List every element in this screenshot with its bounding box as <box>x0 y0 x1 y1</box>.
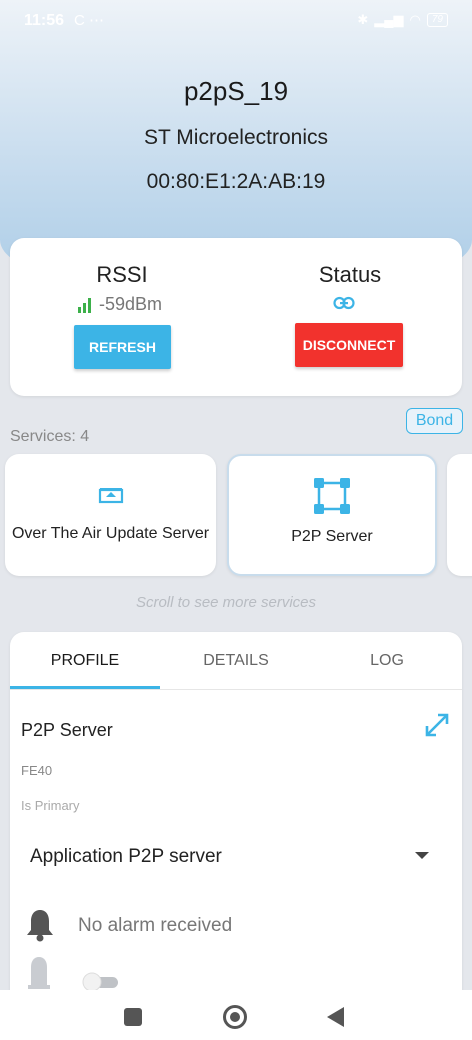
rssi-value: -59dBm <box>78 294 162 315</box>
signal-strength-icon <box>78 297 91 313</box>
device-name: p2pS_19 <box>183 76 289 106</box>
rssi-value-text: -59dBm <box>99 294 163 314</box>
alarm-status: No alarm received <box>78 915 233 936</box>
light-toggle[interactable] <box>82 972 120 992</box>
service-card-ota[interactable]: Over The Air Update Server <box>5 454 216 576</box>
back-icon[interactable] <box>327 1007 344 1027</box>
status-bar: 11:56 C ⋯ ✱ ▂▄▆ ◠ 79 <box>0 0 472 44</box>
p2p-network-icon <box>314 478 350 514</box>
device-mac-address: 00:80:E1:2A:AB:19 <box>146 170 326 193</box>
service-card-p2p[interactable]: P2P Server <box>227 454 437 576</box>
device-manufacturer: ST Microelectronics <box>144 126 328 149</box>
scroll-hint: Scroll to see more services <box>135 594 317 611</box>
service-uuid: FE40 <box>21 763 53 778</box>
expand-icon[interactable] <box>424 712 450 738</box>
sync-icon: C ⋯ <box>74 12 104 29</box>
is-primary-label: Is Primary <box>21 798 80 813</box>
battery-icon: 79 <box>426 13 448 27</box>
status-time: 11:56 <box>24 12 65 29</box>
status-icons: ✱ ▂▄▆ ◠ 79 <box>357 12 448 28</box>
profile-card <box>10 632 462 1040</box>
light-icon <box>28 957 50 989</box>
profile-select[interactable]: Application P2P server <box>30 846 222 868</box>
recent-apps-icon[interactable] <box>124 1008 142 1026</box>
tab-divider <box>10 689 462 690</box>
link-icon <box>333 296 355 310</box>
disconnect-button[interactable]: DISCONNECT <box>295 323 403 367</box>
refresh-button[interactable]: REFRESH <box>74 325 171 369</box>
status-title: Status <box>318 262 382 287</box>
bluetooth-icon: ✱ <box>357 12 369 27</box>
service-label: P2P Server <box>291 528 373 545</box>
service-name: P2P Server <box>21 720 113 740</box>
home-icon[interactable] <box>223 1005 247 1029</box>
rssi-title: RSSI <box>96 262 148 287</box>
service-label: Over The Air Update Server <box>11 525 210 542</box>
chevron-down-icon[interactable] <box>415 852 429 859</box>
tab-details[interactable]: DETAILS <box>161 652 311 670</box>
services-count: Services: 4 <box>10 428 90 445</box>
cell-signal-icon: ▂▄▆ <box>374 12 404 27</box>
wifi-icon: ◠ <box>409 12 421 27</box>
ota-upload-icon <box>98 488 123 504</box>
tab-indicator <box>10 686 160 689</box>
tab-profile[interactable]: PROFILE <box>10 652 160 670</box>
service-card-next[interactable] <box>447 454 472 576</box>
bell-icon <box>27 910 53 942</box>
tab-log[interactable]: LOG <box>312 652 462 670</box>
bond-button[interactable]: Bond <box>406 408 463 434</box>
